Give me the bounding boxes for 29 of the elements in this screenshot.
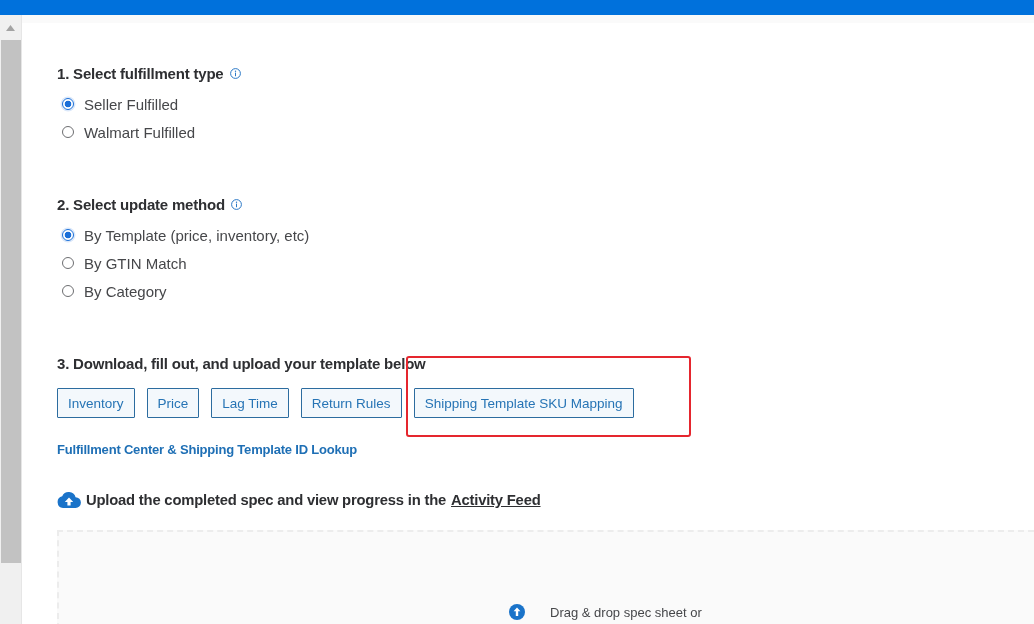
radio-button[interactable] [62, 257, 74, 269]
lookup-link[interactable]: Fulfillment Center & Shipping Template ID Lookup [57, 441, 357, 459]
radio-button[interactable] [62, 229, 74, 241]
template-button[interactable]: Shipping Template SKU Mapping [413, 388, 634, 418]
step-title: 2. Select update method [57, 195, 225, 213]
template-button[interactable]: Return Rules [300, 388, 402, 418]
radio-label: Seller Fulfilled [84, 95, 179, 113]
scroll-up-icon[interactable] [6, 25, 15, 31]
template-button[interactable]: Inventory [57, 388, 135, 418]
upload-icon [509, 604, 525, 620]
scrollbar[interactable] [0, 15, 22, 624]
cloud-upload-icon [57, 492, 81, 508]
scrollbar-thumb[interactable] [0, 40, 21, 563]
radio-label: Walmart Fulfilled [84, 123, 196, 141]
drop-zone[interactable]: Drag & drop spec sheet or [57, 530, 1034, 624]
radio-label: By GTIN Match [84, 254, 187, 272]
activity-feed-link[interactable]: Activity Feed [451, 492, 541, 508]
info-icon[interactable] [230, 198, 242, 210]
radio-button[interactable] [62, 98, 74, 110]
drop-zone-text: Drag & drop spec sheet or [550, 604, 702, 620]
step-title: 1. Select fulfillment type [57, 64, 224, 82]
upload-instruction: Upload the completed spec and view progress in the [86, 492, 446, 508]
radio-button[interactable] [62, 285, 74, 297]
radio-label: By Template (price, inventory, etc) [84, 226, 310, 244]
info-icon[interactable] [229, 67, 241, 79]
radio-label: By Category [84, 282, 167, 300]
radio-button[interactable] [62, 126, 74, 138]
template-button[interactable]: Price [146, 388, 200, 418]
template-button[interactable]: Lag Time [211, 388, 289, 418]
